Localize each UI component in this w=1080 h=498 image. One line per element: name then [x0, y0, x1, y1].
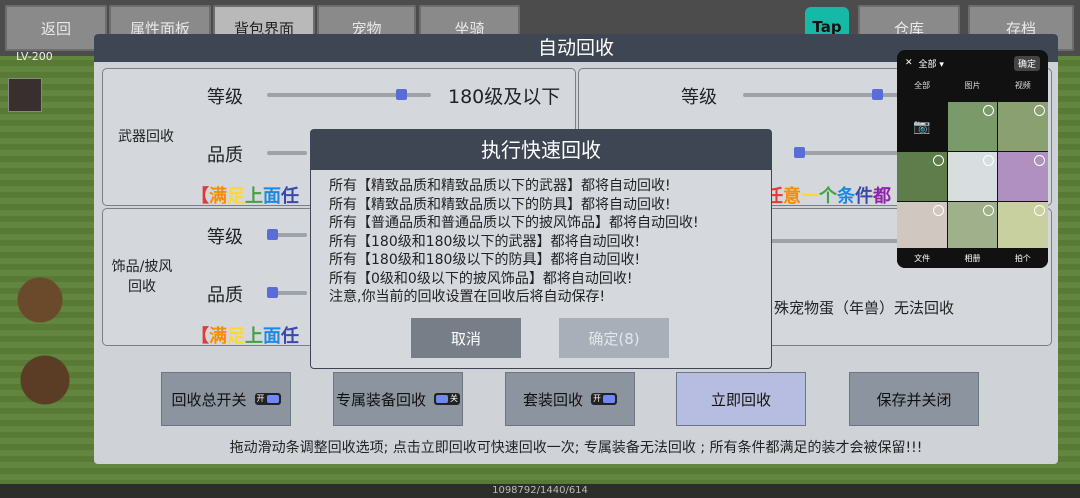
- rainbow-char: 【: [191, 186, 209, 207]
- set-recycle-button[interactable]: 套装回收 开: [505, 372, 635, 426]
- rainbow-char: 任: [281, 186, 299, 207]
- accessory-quality-label: 品质: [207, 285, 243, 306]
- rainbow-char: 上: [245, 326, 263, 347]
- camera-icon[interactable]: 📷: [897, 102, 947, 151]
- phone-bottom-files[interactable]: 文件: [914, 253, 930, 264]
- armor-level-slider[interactable]: [743, 89, 907, 100]
- accessory-level-slider-thumb[interactable]: [267, 229, 278, 240]
- rainbow-char: 面: [263, 326, 281, 347]
- photo-thumbnail[interactable]: [947, 202, 998, 251]
- confirm-line: 所有【0级和0级以下的披风饰品】都将自动回收!: [329, 270, 633, 287]
- rainbow-char: 满: [209, 326, 227, 347]
- weapon-level-value: 180级及以下: [448, 86, 561, 108]
- exclusive-equipment-toggle[interactable]: 关: [434, 393, 460, 405]
- accessory-rule-rainbow-text: 【满足上面任: [191, 322, 299, 348]
- weapon-level-label: 等级: [207, 87, 243, 108]
- phone-tab-all[interactable]: 全部: [914, 80, 930, 91]
- weapon-quality-slider[interactable]: [267, 151, 307, 155]
- pet-egg-note: 殊宠物蛋（年兽）无法回收: [774, 299, 955, 317]
- phone-gallery-overlay: ✕ 全部 ▾ 确定 全部 图片 视频 📷 文件 相册 拍个: [897, 50, 1048, 268]
- confirm-line: 所有【精致品质和精致品质以下的防具】都将自动回收!: [329, 196, 671, 213]
- armor-rule-rainbow-text: 任意一个条件都: [765, 182, 891, 208]
- cancel-button[interactable]: 取消: [411, 318, 521, 358]
- bottom-status-strip: 1098792/1440/614: [0, 484, 1080, 498]
- phone-bottom-bar: 文件 相册 拍个: [897, 248, 1048, 268]
- accessory-quality-slider[interactable]: [267, 287, 307, 298]
- recycle-now-button[interactable]: 立即回收: [676, 372, 806, 426]
- rainbow-char: 上: [245, 186, 263, 207]
- photo-thumbnail[interactable]: [998, 152, 1048, 201]
- rainbow-char: 件: [855, 186, 873, 207]
- exclusive-equipment-label: 专属装备回收: [335, 390, 426, 409]
- rainbow-char: 任: [281, 326, 299, 347]
- armor-level-label: 等级: [681, 87, 717, 108]
- accessory-level-label: 等级: [207, 227, 243, 248]
- rainbow-char: 意: [783, 186, 801, 207]
- player-level: LV-200: [16, 50, 53, 63]
- rainbow-char: 都: [873, 186, 891, 207]
- photo-thumbnail[interactable]: [947, 102, 998, 151]
- player-avatar: [8, 78, 42, 112]
- save-and-close-button[interactable]: 保存并关闭: [849, 372, 979, 426]
- confirm-line: 注意,你当前的回收设置在回收后将自动保存!: [329, 289, 606, 305]
- weapon-quality-label: 品质: [207, 145, 243, 166]
- photo-thumbnail[interactable]: [998, 102, 1048, 151]
- weapon-recycle-label: 武器回收: [118, 129, 174, 145]
- armor-quality-slider[interactable]: [794, 147, 909, 158]
- weapon-level-slider[interactable]: [267, 89, 431, 100]
- photo-thumbnail[interactable]: [897, 152, 947, 201]
- photo-thumbnail[interactable]: [897, 202, 947, 251]
- phone-album-selector[interactable]: 全部 ▾: [919, 57, 944, 70]
- phone-bottom-album[interactable]: 相册: [964, 253, 980, 264]
- accessory-level-slider[interactable]: [267, 229, 307, 240]
- confirm-line: 所有【180级和180级以下的防具】都将自动回收!: [329, 252, 641, 268]
- tab-back[interactable]: 返回: [5, 5, 107, 51]
- rainbow-char: 面: [263, 186, 281, 207]
- phone-tabs: 全部 图片 视频: [897, 76, 1048, 94]
- exclusive-equipment-button[interactable]: 专属装备回收 关: [333, 372, 463, 426]
- armor-quality-slider-thumb[interactable]: [794, 147, 805, 158]
- rainbow-char: 【: [191, 326, 209, 347]
- footer-hint: 拖动滑动条调整回收选项; 点击立即回收可快速回收一次; 专属装备无法回收 ; 所…: [229, 440, 923, 456]
- weapon-level-slider-thumb[interactable]: [396, 89, 408, 100]
- close-icon[interactable]: ✕: [905, 58, 913, 68]
- set-recycle-label: 套装回收: [522, 390, 583, 409]
- master-switch-toggle[interactable]: 开: [254, 393, 281, 405]
- confirm-line: 所有【180级和180级以下的武器】都将自动回收!: [329, 233, 641, 250]
- rainbow-char: 个: [819, 186, 837, 207]
- rainbow-char: 满: [209, 186, 227, 207]
- confirm-line: 所有【普通品质和普通品质以下的披风饰品】都将自动回收!: [329, 215, 699, 231]
- phone-tab-images[interactable]: 图片: [964, 80, 980, 91]
- master-switch-label: 回收总开关: [171, 390, 247, 409]
- quick-recycle-confirm-dialog: 执行快速回收 所有【精致品质和精致品质以下的武器】都将自动回收! 所有【精致品质…: [310, 129, 772, 369]
- rainbow-char: 一: [801, 186, 819, 207]
- phone-tab-videos[interactable]: 视频: [1015, 80, 1031, 91]
- confirm-line: 所有【精致品质和精致品质以下的武器】都将自动回收!: [329, 178, 671, 194]
- phone-confirm-button[interactable]: 确定: [1013, 55, 1040, 71]
- photo-thumbnail[interactable]: [998, 202, 1048, 251]
- weapon-rule-rainbow-text: 【满足上面任: [191, 182, 299, 208]
- phone-bottom-shoot[interactable]: 拍个: [1015, 253, 1031, 264]
- accessory-recycle-label: 饰品/披风 回收: [111, 259, 173, 295]
- set-recycle-toggle[interactable]: 开: [591, 393, 617, 405]
- rainbow-char: 足: [227, 326, 245, 347]
- rainbow-char: 条: [837, 186, 855, 207]
- confirm-button[interactable]: 确定(8): [559, 318, 669, 358]
- confirm-message: 所有【精致品质和精致品质以下的武器】都将自动回收! 所有【精致品质和精致品质以下…: [329, 177, 699, 307]
- phone-photo-grid: 📷: [897, 102, 1048, 251]
- rainbow-char: 足: [227, 186, 245, 207]
- phone-top-bar: ✕ 全部 ▾ 确定: [897, 50, 1048, 76]
- armor-level-slider-thumb[interactable]: [872, 89, 884, 100]
- accessory-quality-slider-thumb[interactable]: [267, 287, 278, 298]
- photo-thumbnail[interactable]: [947, 152, 998, 201]
- master-switch-button[interactable]: 回收总开关 开: [161, 372, 291, 426]
- confirm-title: 执行快速回收: [311, 130, 771, 170]
- pet-slider[interactable]: [769, 239, 909, 243]
